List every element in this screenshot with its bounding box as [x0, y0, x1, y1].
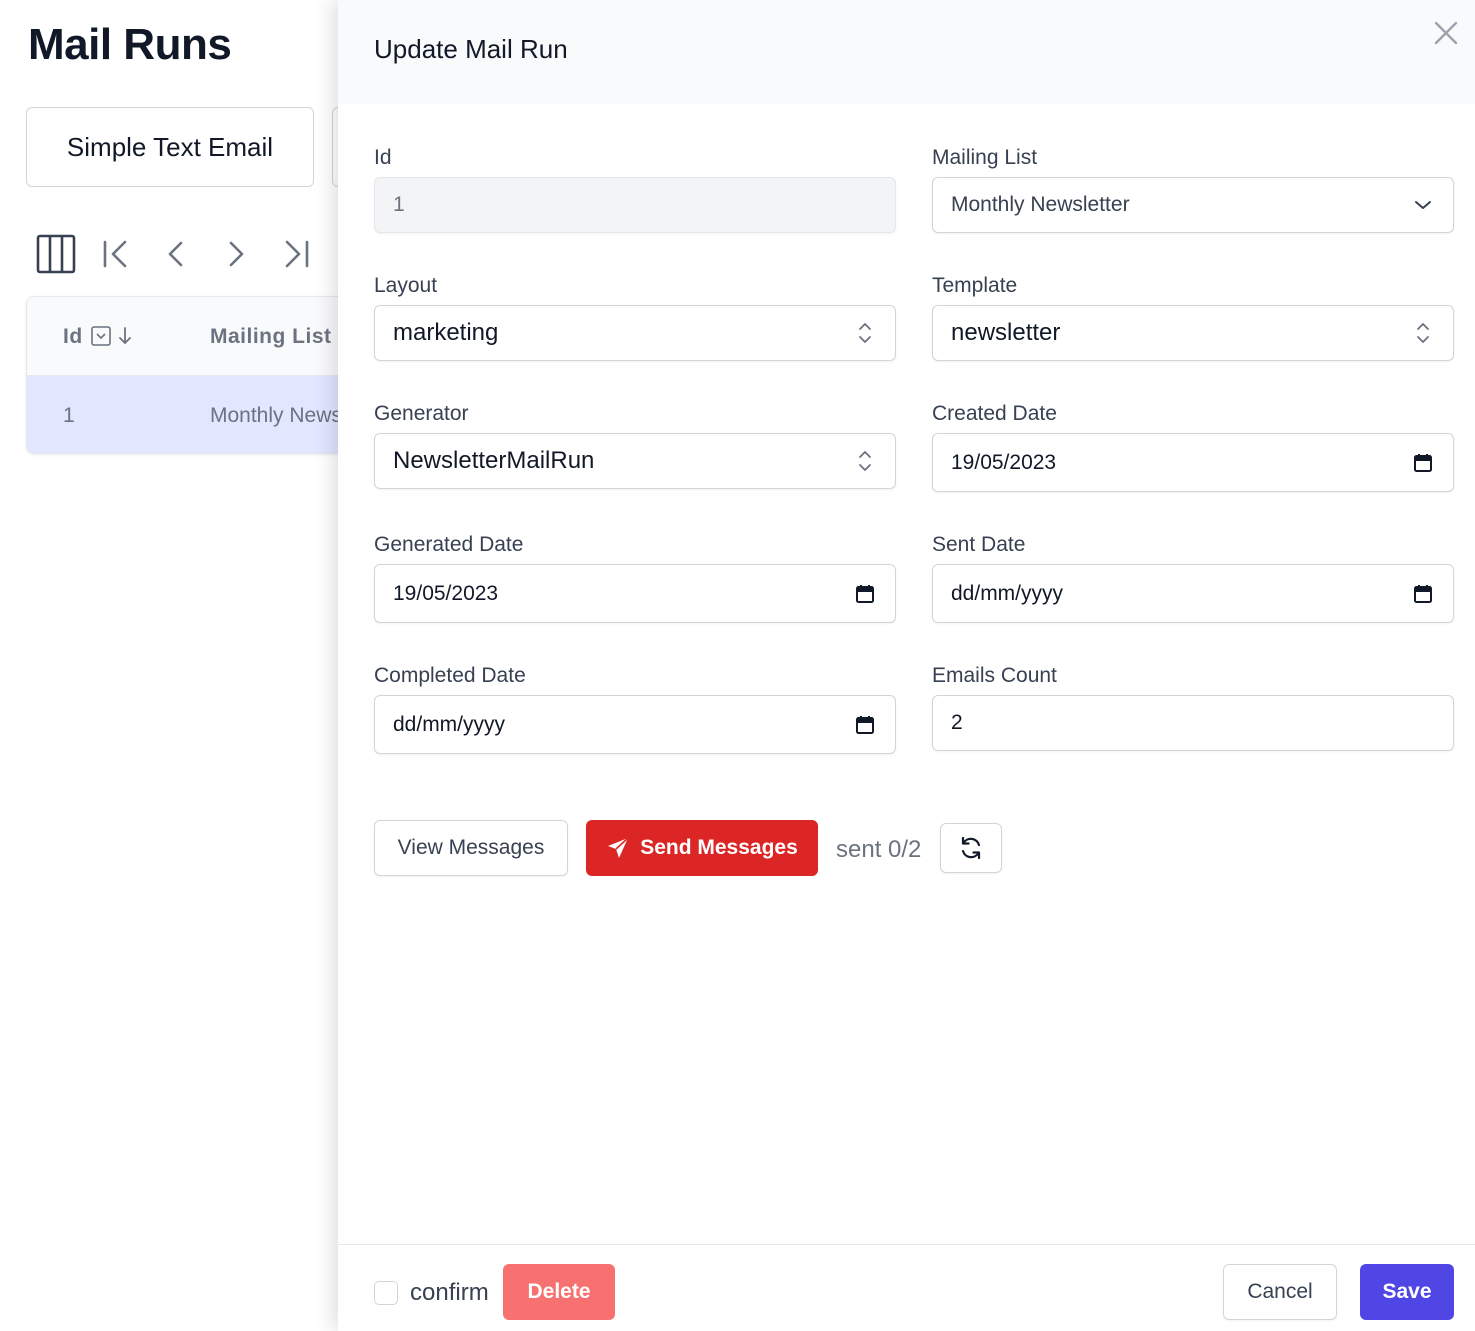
emails-count-input[interactable]: 2 — [932, 695, 1454, 751]
completed-date-value: dd/mm/yyyy — [393, 712, 506, 736]
updown-chevron-icon — [853, 321, 877, 345]
last-page-icon[interactable] — [274, 232, 318, 276]
mailing-list-label: Mailing List — [932, 146, 1038, 169]
tab-simple-text-email[interactable]: Simple Text Email — [26, 107, 314, 187]
cell-id: 1 — [63, 404, 75, 427]
filter-icon[interactable] — [91, 326, 111, 351]
layout-select[interactable]: marketing — [374, 305, 896, 361]
panel-footer: confirm Delete Cancel Save — [338, 1244, 1475, 1331]
calendar-icon[interactable] — [853, 582, 877, 606]
created-date-input[interactable]: 19/05/2023 — [932, 433, 1454, 492]
id-label: Id — [374, 146, 392, 169]
id-value: 1 — [393, 193, 405, 216]
completed-date-input[interactable]: dd/mm/yyyy — [374, 695, 896, 754]
chevron-down-icon — [1411, 193, 1435, 217]
calendar-icon[interactable] — [1411, 451, 1435, 475]
sent-status: sent 0/2 — [836, 836, 922, 863]
mailing-list-select[interactable]: Monthly Newsletter — [932, 177, 1454, 233]
generator-select[interactable]: NewsletterMailRun — [374, 433, 896, 489]
save-button[interactable]: Save — [1360, 1264, 1454, 1320]
prev-page-icon[interactable] — [154, 232, 198, 276]
cancel-button[interactable]: Cancel — [1223, 1264, 1337, 1320]
template-value: newsletter — [951, 319, 1061, 346]
layout-label: Layout — [374, 274, 438, 297]
paper-plane-icon — [608, 837, 629, 858]
panel-title: Update Mail Run — [374, 34, 568, 64]
view-messages-button[interactable]: View Messages — [374, 820, 568, 876]
sent-date-label: Sent Date — [932, 533, 1026, 556]
send-messages-label: Send Messages — [640, 836, 798, 859]
update-mail-run-panel: Update Mail Run Id 1 Mailing List Monthl… — [338, 0, 1475, 1331]
template-select[interactable]: newsletter — [932, 305, 1454, 361]
confirm-label: confirm — [410, 1279, 489, 1306]
calendar-icon[interactable] — [853, 713, 877, 737]
panel-header: Update Mail Run — [338, 0, 1475, 104]
first-page-icon[interactable] — [94, 232, 138, 276]
template-label: Template — [932, 274, 1018, 297]
close-icon[interactable] — [1431, 18, 1461, 48]
mailing-list-value: Monthly Newsletter — [951, 193, 1130, 216]
emails-count-value: 2 — [951, 711, 963, 734]
updown-chevron-icon — [1411, 321, 1435, 345]
generated-date-value: 19/05/2023 — [393, 581, 499, 605]
sent-date-input[interactable]: dd/mm/yyyy — [932, 564, 1454, 623]
cell-mailing-list: Monthly News — [210, 404, 342, 427]
delete-button[interactable]: Delete — [503, 1264, 615, 1320]
sort-desc-icon[interactable] — [117, 326, 133, 351]
send-messages-button[interactable]: Send Messages — [586, 820, 818, 876]
created-date-value: 19/05/2023 — [951, 450, 1057, 474]
sent-date-value: dd/mm/yyyy — [951, 581, 1064, 605]
page-title: Mail Runs — [28, 20, 232, 69]
refresh-button[interactable] — [940, 823, 1002, 873]
generated-date-label: Generated Date — [374, 533, 524, 556]
id-field: 1 — [374, 177, 896, 233]
columns-icon[interactable] — [34, 232, 78, 276]
generator-label: Generator — [374, 402, 469, 425]
created-date-label: Created Date — [932, 402, 1057, 425]
calendar-icon[interactable] — [1411, 582, 1435, 606]
generator-value: NewsletterMailRun — [393, 447, 595, 474]
updown-chevron-icon — [853, 449, 877, 473]
confirm-checkbox[interactable] — [374, 1281, 398, 1305]
next-page-icon[interactable] — [214, 232, 258, 276]
refresh-icon — [961, 836, 981, 860]
generated-date-input[interactable]: 19/05/2023 — [374, 564, 896, 623]
completed-date-label: Completed Date — [374, 664, 526, 687]
emails-count-label: Emails Count — [932, 664, 1057, 687]
column-header-id[interactable]: Id — [63, 325, 83, 349]
layout-value: marketing — [393, 319, 499, 346]
column-header-mailing-list[interactable]: Mailing List — [210, 325, 332, 349]
